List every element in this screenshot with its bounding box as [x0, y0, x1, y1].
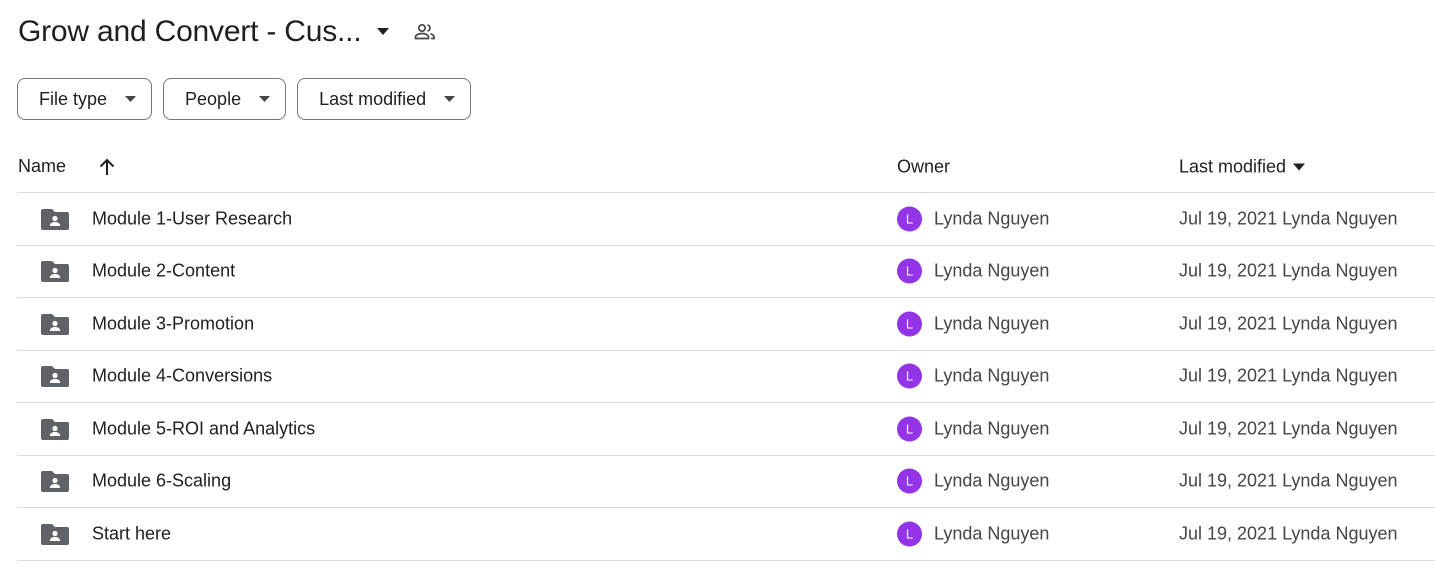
- last-modified-column-header[interactable]: Last modified: [1179, 156, 1306, 177]
- people-outline-icon: [411, 18, 439, 46]
- file-name: Module 2-Content: [92, 260, 236, 281]
- avatar: L: [897, 521, 922, 547]
- avatar: L: [897, 311, 922, 337]
- folder-title[interactable]: Grow and Convert - Cus...: [18, 15, 362, 49]
- last-modified-value: Jul 19, 2021 Lynda Nguyen: [1179, 208, 1398, 229]
- chevron-down-icon: [257, 92, 271, 106]
- arrow-drop-down-icon: [1292, 160, 1306, 174]
- file-name: Module 6-Scaling: [92, 470, 232, 491]
- owner-name: Lynda Nguyen: [934, 470, 1050, 491]
- name-column-header[interactable]: Name: [18, 156, 118, 178]
- last-modified-value: Jul 19, 2021 Lynda Nguyen: [1179, 470, 1398, 491]
- shared-folder-icon: [41, 418, 69, 440]
- file-name: Module 3-Promotion: [92, 313, 255, 334]
- owner-name: Lynda Nguyen: [934, 418, 1050, 439]
- avatar: L: [897, 363, 922, 389]
- file-name: Module 1-User Research: [92, 208, 293, 229]
- table-row[interactable]: Module 3-Promotion L Lynda Nguyen Jul 19…: [17, 298, 1435, 351]
- last-modified-filter[interactable]: Last modified: [297, 78, 472, 120]
- avatar: L: [897, 258, 922, 284]
- owner-column-header: Owner: [897, 156, 951, 176]
- file-name: Module 5-ROI and Analytics: [92, 418, 316, 439]
- table-row[interactable]: Module 2-Content L Lynda Nguyen Jul 19, …: [17, 246, 1435, 298]
- name-column-label: Name: [18, 156, 67, 176]
- people-filter[interactable]: People: [163, 78, 287, 120]
- owner-name: Lynda Nguyen: [934, 313, 1050, 334]
- file-type-filter-label: File type: [39, 88, 108, 109]
- chevron-down-icon: [123, 92, 137, 106]
- shared-folder-icon: [41, 208, 69, 230]
- table-row[interactable]: Module 1-User Research L Lynda Nguyen Ju…: [17, 193, 1435, 246]
- table-row[interactable]: Module 6-Scaling L Lynda Nguyen Jul 19, …: [17, 456, 1435, 508]
- last-modified-value: Jul 19, 2021 Lynda Nguyen: [1179, 365, 1398, 386]
- shared-folder-icon: [41, 366, 69, 388]
- shared-folder-icon: [41, 313, 69, 335]
- chevron-down-icon: [442, 92, 456, 106]
- shared-folder-icon: [41, 471, 69, 493]
- owner-name: Lynda Nguyen: [934, 208, 1050, 229]
- owner-name: Lynda Nguyen: [934, 260, 1050, 281]
- table-row[interactable]: Start here L Lynda Nguyen Jul 19, 2021 L…: [17, 508, 1435, 561]
- avatar: L: [897, 468, 922, 494]
- file-name: Module 4-Conversions: [92, 365, 273, 386]
- arrow-drop-down-icon[interactable]: [371, 20, 395, 44]
- last-modified-value: Jul 19, 2021 Lynda Nguyen: [1179, 523, 1398, 544]
- file-name: Start here: [92, 523, 172, 544]
- last-modified-value: Jul 19, 2021 Lynda Nguyen: [1179, 418, 1398, 439]
- filter-bar: File type People Last modified: [17, 78, 472, 120]
- shared-folder-icon: [41, 261, 69, 283]
- people-filter-label: People: [185, 88, 242, 109]
- table-row[interactable]: Module 5-ROI and Analytics L Lynda Nguye…: [17, 403, 1435, 456]
- owner-name: Lynda Nguyen: [934, 365, 1050, 386]
- avatar: L: [897, 416, 922, 442]
- table-header: Name Owner Last modified: [17, 141, 1435, 193]
- file-type-filter[interactable]: File type: [17, 78, 153, 120]
- last-modified-value: Jul 19, 2021 Lynda Nguyen: [1179, 313, 1398, 334]
- arrow-upward-icon[interactable]: [96, 156, 118, 178]
- shared-folder-icon: [41, 523, 69, 545]
- last-modified-filter-label: Last modified: [319, 88, 427, 109]
- last-modified-value: Jul 19, 2021 Lynda Nguyen: [1179, 260, 1398, 281]
- file-list: Name Owner Last modified Module 1-User R…: [17, 141, 1435, 561]
- owner-name: Lynda Nguyen: [934, 523, 1050, 544]
- page-header: Grow and Convert - Cus...: [18, 12, 439, 52]
- table-row[interactable]: Module 4-Conversions L Lynda Nguyen Jul …: [17, 351, 1435, 403]
- last-modified-column-label: Last modified: [1179, 156, 1287, 176]
- avatar: L: [897, 206, 922, 232]
